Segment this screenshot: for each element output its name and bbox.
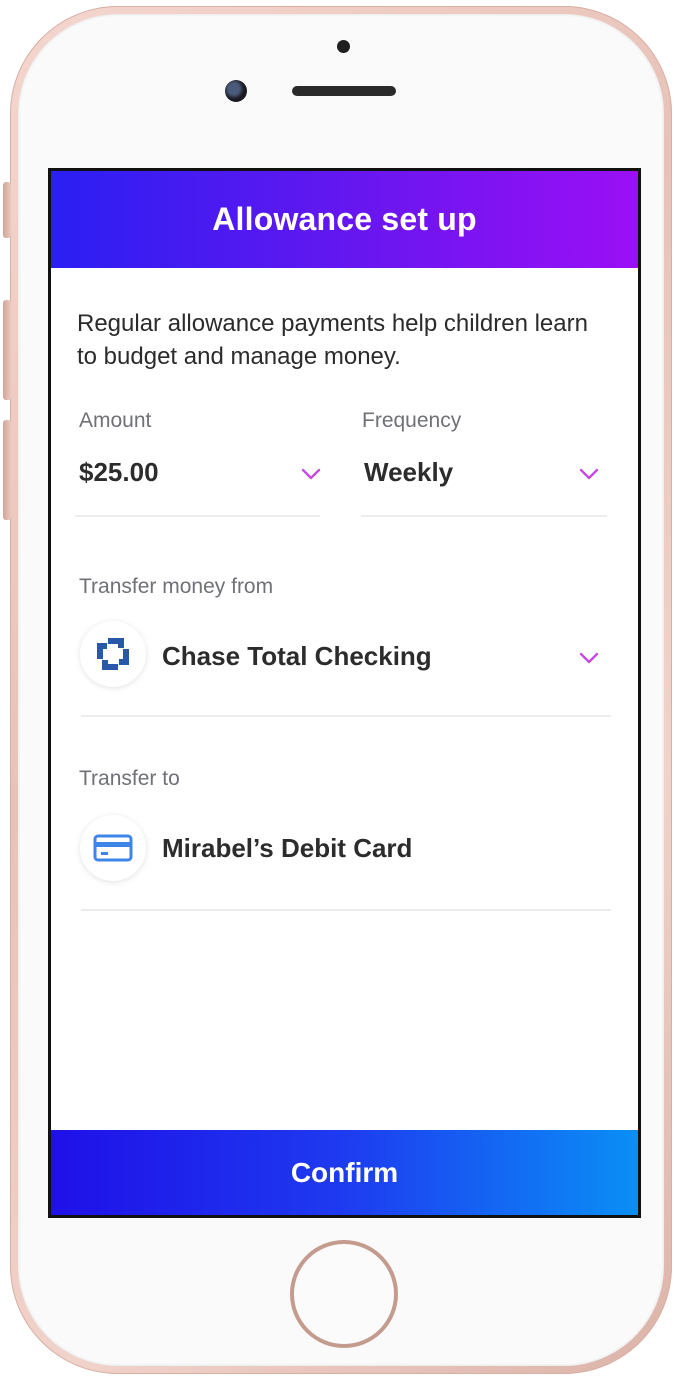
chevron-down-icon[interactable]	[300, 467, 322, 481]
credit-card-icon	[93, 834, 133, 862]
frequency-underline	[361, 515, 607, 517]
amount-underline	[75, 515, 320, 517]
transfer-to-account: Mirabel’s Debit Card	[162, 833, 413, 863]
volume-up-button	[3, 300, 11, 400]
home-button[interactable]	[290, 1240, 398, 1348]
mute-switch	[3, 182, 11, 238]
confirm-button[interactable]: Confirm	[51, 1130, 638, 1215]
proximity-sensor	[337, 40, 350, 53]
transfer-from-label: Transfer money from	[79, 575, 274, 598]
confirm-button-label: Confirm	[290, 1156, 399, 1188]
page-title: Allowance set up	[212, 201, 477, 237]
frequency-value: Weekly	[364, 457, 454, 487]
amount-value: $25.00	[79, 457, 159, 487]
earpiece-speaker	[292, 86, 396, 96]
amount-label: Amount	[79, 409, 152, 432]
volume-down-button	[3, 420, 11, 520]
frequency-label: Frequency	[362, 409, 462, 432]
chevron-down-icon[interactable]	[578, 651, 600, 665]
app-screen: Allowance set up Regular allowance payme…	[48, 168, 641, 1218]
transfer-from-underline	[81, 715, 611, 717]
chevron-down-icon[interactable]	[578, 467, 600, 481]
transfer-from-account: Chase Total Checking	[162, 641, 432, 671]
transfer-to-underline	[81, 909, 611, 911]
chase-logo-icon	[80, 621, 146, 687]
credit-card-icon	[80, 815, 146, 881]
intro-text: Regular allowance payments help children…	[77, 310, 588, 370]
app-header: Allowance set up	[51, 171, 638, 268]
front-camera-icon	[225, 80, 247, 102]
transfer-to-label: Transfer to	[79, 767, 180, 790]
chase-logo-icon	[97, 638, 129, 670]
